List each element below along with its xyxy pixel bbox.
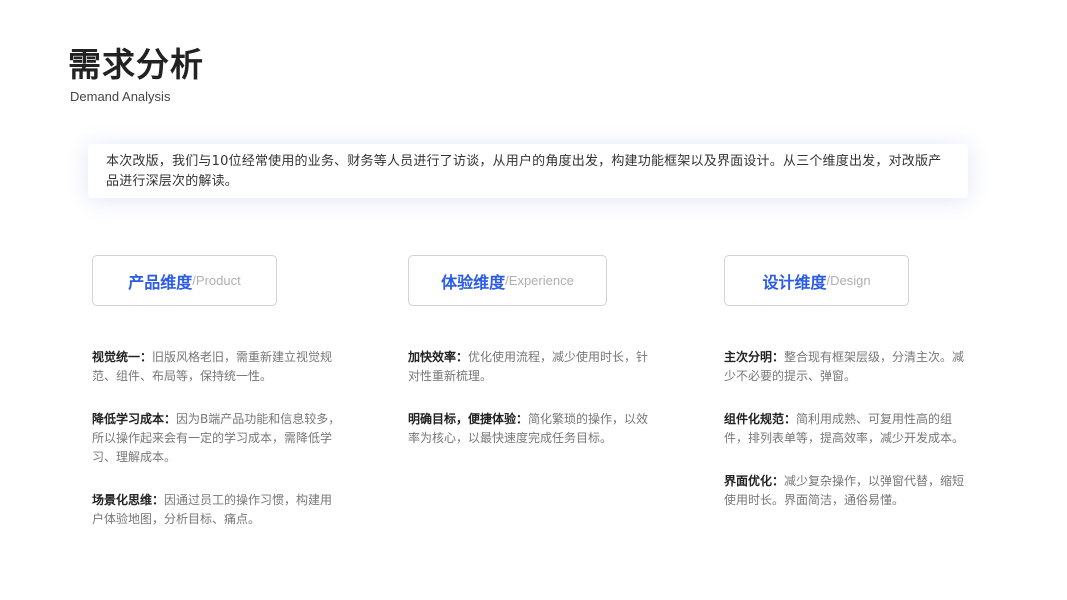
item-list: 视觉统一：旧版风格老旧，需重新建立视觉规范、组件、布局等，保持统一性。 降低学习…: [92, 348, 352, 529]
page-subtitle: Demand Analysis: [70, 89, 171, 104]
item-title: 明确目标，便捷体验：: [408, 412, 529, 426]
item-title: 降低学习成本：: [92, 412, 177, 426]
product-dimension-column: 产品维度/Product 视觉统一：旧版风格老旧，需重新建立视觉规范、组件、布局…: [92, 255, 352, 553]
design-dimension-column: 设计维度/Design 主次分明：整合现有框架层级，分清主次。减少不必要的提示、…: [724, 255, 984, 534]
list-item: 明确目标，便捷体验：简化繁琐的操作，以效率为核心，以最快速度完成任务目标。: [408, 410, 660, 448]
list-item: 主次分明：整合现有框架层级，分清主次。减少不必要的提示、弹窗。: [724, 348, 976, 386]
experience-dimension-column: 体验维度/Experience 加快效率：优化使用流程，减少使用时长，针对性重新…: [408, 255, 668, 472]
item-title: 场景化思维：: [92, 493, 165, 507]
design-dimension-tag: 设计维度/Design: [724, 255, 909, 306]
item-title: 加快效率：: [408, 350, 469, 364]
tag-subtitle: /Experience: [505, 273, 574, 288]
list-item: 视觉统一：旧版风格老旧，需重新建立视觉规范、组件、布局等，保持统一性。: [92, 348, 344, 386]
list-item: 场景化思维：因通过员工的操作习惯，构建用户体验地图，分析目标、痛点。: [92, 491, 344, 529]
item-title: 组件化规范：: [724, 412, 797, 426]
experience-dimension-tag: 体验维度/Experience: [408, 255, 607, 306]
tag-subtitle: /Design: [826, 273, 871, 288]
product-dimension-tag: 产品维度/Product: [92, 255, 277, 306]
item-list: 主次分明：整合现有框架层级，分清主次。减少不必要的提示、弹窗。 组件化规范：简利…: [724, 348, 984, 510]
tag-title: 体验维度: [441, 272, 506, 292]
tag-title: 产品维度: [128, 272, 193, 292]
intro-panel: 本次改版，我们与10位经常使用的业务、财务等人员进行了访谈，从用户的角度出发，构…: [88, 144, 968, 198]
item-list: 加快效率：优化使用流程，减少使用时长，针对性重新梳理。 明确目标，便捷体验：简化…: [408, 348, 668, 448]
item-title: 界面优化：: [724, 474, 785, 488]
page-title: 需求分析: [68, 45, 204, 84]
item-title: 主次分明：: [724, 350, 785, 364]
list-item: 降低学习成本：因为B端产品功能和信息较多，所以操作起来会有一定的学习成本，需降低…: [92, 410, 344, 467]
item-title: 视觉统一：: [92, 350, 153, 364]
list-item: 界面优化：减少复杂操作，以弹窗代替，缩短使用时长。界面简洁，通俗易懂。: [724, 472, 976, 510]
intro-text: 本次改版，我们与10位经常使用的业务、财务等人员进行了访谈，从用户的角度出发，构…: [106, 154, 942, 189]
list-item: 加快效率：优化使用流程，减少使用时长，针对性重新梳理。: [408, 348, 660, 386]
tag-subtitle: /Product: [192, 273, 241, 288]
list-item: 组件化规范：简利用成熟、可复用性高的组件，排列表单等，提高效率，减少开发成本。: [724, 410, 976, 448]
tag-title: 设计维度: [762, 272, 827, 292]
